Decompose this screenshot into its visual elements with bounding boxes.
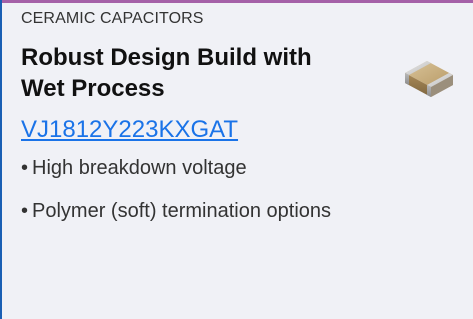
category-label: CERAMIC CAPACITORS [21,10,204,27]
ceramic-capacitor-chip-icon [405,61,453,97]
feature-list: • High breakdown voltage • Polymer (soft) … [21,156,331,242]
card-left-accent [0,0,2,319]
feature-text: Polymer (soft) termination options [32,200,332,222]
feature-item: • High breakdown voltage [21,157,247,179]
product-title: Robust Design Build with Wet Process [21,44,312,102]
feature-text: High breakdown voltage [32,157,247,179]
card-top-accent [0,0,473,3]
product-card: CERAMIC CAPACITORS Robust Design Build w… [0,0,473,319]
part-number-link[interactable]: VJ1812Y223KXGAT [21,116,238,144]
feature-item: • Polymer (soft) termination options [21,200,332,222]
